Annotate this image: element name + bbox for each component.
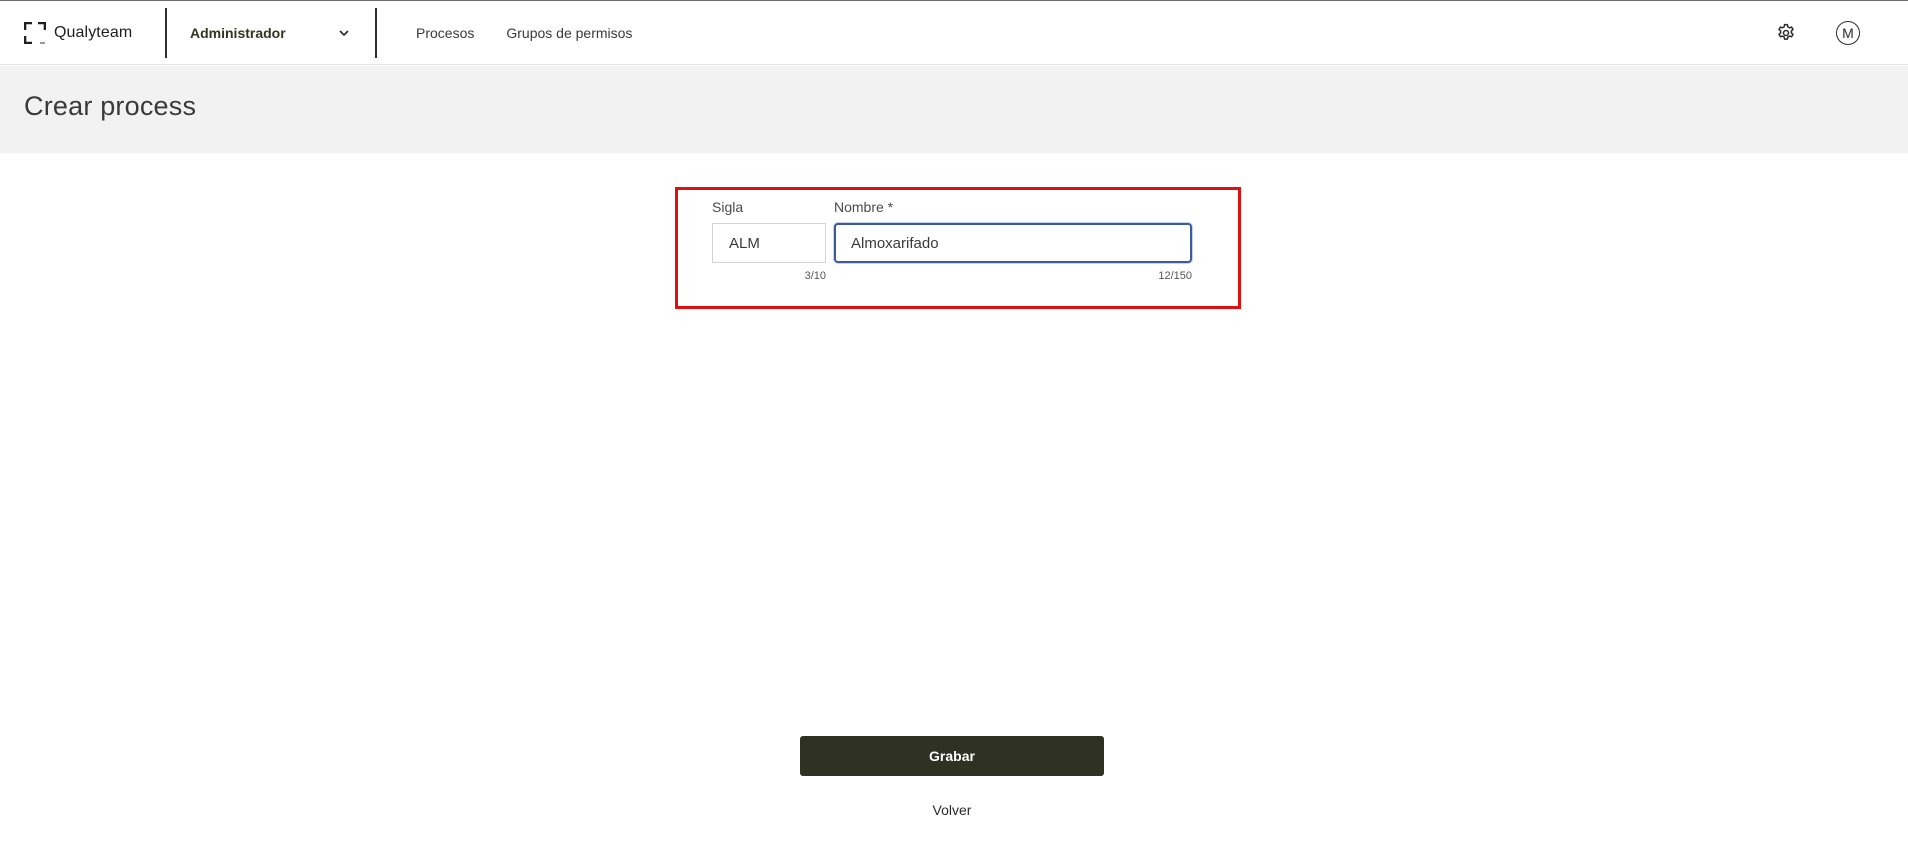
brand-name: Qualyteam <box>54 23 133 41</box>
role-selector-value: Administrador <box>190 24 286 41</box>
page-title: Crear process <box>24 91 197 121</box>
user-avatar-initial: M <box>1842 25 1854 41</box>
top-actions: M <box>1776 1 1860 65</box>
nombre-field: Nombre * 12/150 <box>834 199 1192 282</box>
save-button[interactable]: Grabar <box>800 736 1104 776</box>
user-avatar[interactable]: M <box>1836 21 1860 45</box>
gear-icon[interactable] <box>1776 23 1796 43</box>
top-navigation-bar: Qualyteam Administrador Procesos Grupos … <box>0 0 1908 65</box>
page-header: Crear process <box>0 66 1908 153</box>
back-link[interactable]: Volver <box>800 802 1104 818</box>
nav-link-procesos[interactable]: Procesos <box>416 25 474 41</box>
nombre-char-counter: 12/150 <box>1158 270 1192 282</box>
chevron-down-icon <box>339 29 349 36</box>
role-selector[interactable]: Administrador <box>167 1 375 64</box>
qualyteam-logo-icon <box>24 21 46 44</box>
nav-link-grupos-de-permisos[interactable]: Grupos de permisos <box>506 25 632 41</box>
sigla-input[interactable] <box>712 223 826 263</box>
sigla-char-counter: 3/10 <box>804 270 826 282</box>
sigla-label: Sigla <box>712 199 744 215</box>
nombre-label: Nombre * <box>834 199 894 215</box>
nombre-input[interactable] <box>834 223 1192 263</box>
sigla-field: Sigla 3/10 <box>712 199 826 282</box>
brand[interactable]: Qualyteam <box>0 1 165 64</box>
main-nav: Procesos Grupos de permisos <box>377 1 632 64</box>
